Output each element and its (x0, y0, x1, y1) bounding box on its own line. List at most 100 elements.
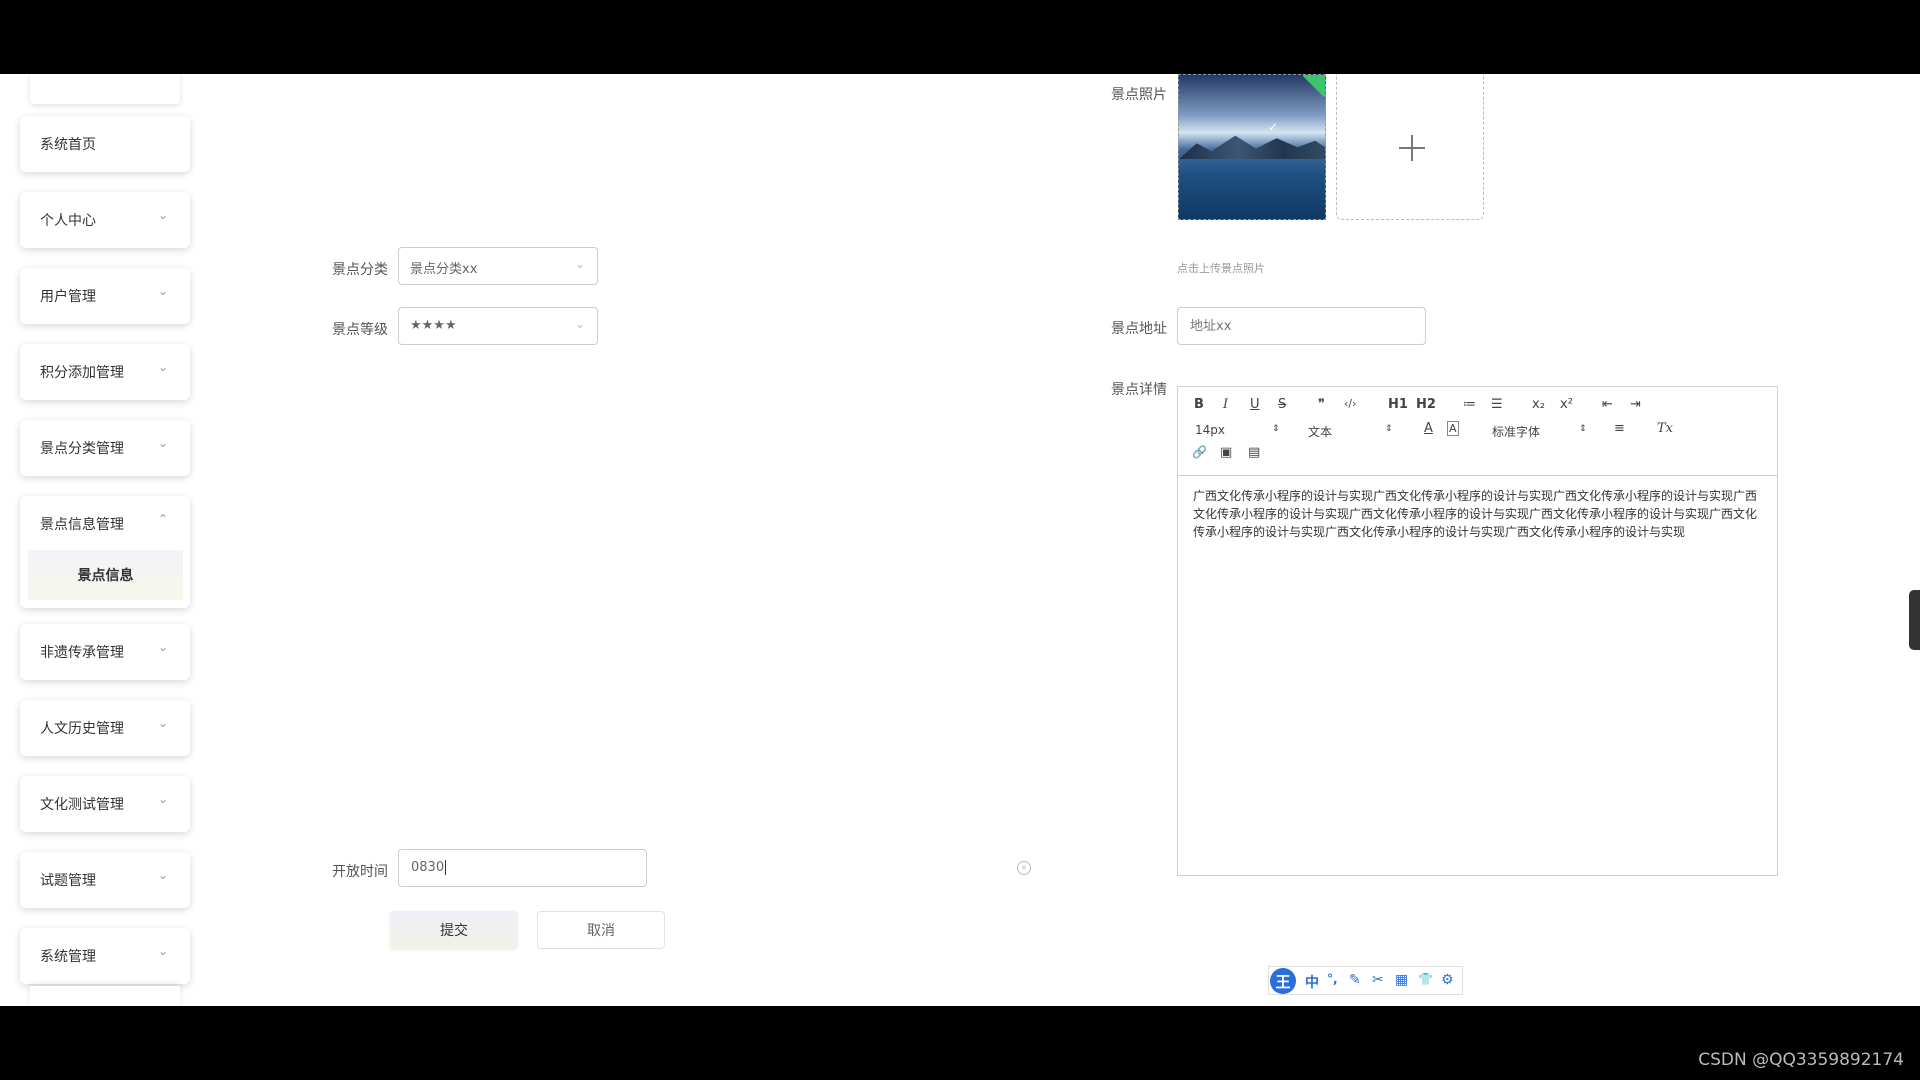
open-time-value: 0830 (411, 860, 445, 875)
background-color-button[interactable]: A (1447, 421, 1459, 436)
chevron-down-icon: ⌄ (157, 868, 168, 882)
sidebar-item-label: 人文历史管理 (40, 721, 124, 737)
sidebar-item-label: 文化测试管理 (40, 797, 124, 813)
photo-thumbnail[interactable]: ✓ (1178, 74, 1326, 220)
h2-button[interactable]: H2 (1416, 397, 1436, 412)
subscript-button[interactable]: x₂ (1532, 397, 1545, 412)
sidebar-item-question-management[interactable]: 试题管理 ⌄ (20, 852, 190, 908)
sidebar-top-stub (30, 74, 180, 104)
ime-toolbar: 王 中 °, ✎ ✂ ▦ 👕 ⚙ (1268, 966, 1463, 995)
category-select[interactable]: 景点分类xx ⌄ (398, 247, 598, 285)
ime-handwrite-icon[interactable]: ✎ (1349, 972, 1361, 988)
sidebar-item-category-management[interactable]: 景点分类管理 ⌄ (20, 420, 190, 476)
sidebar-item-label: 景点信息管理 (40, 517, 124, 533)
bold-button[interactable]: B (1194, 397, 1204, 412)
category-value: 景点分类xx (410, 262, 478, 277)
italic-button[interactable]: I (1223, 397, 1228, 412)
ime-settings-icon[interactable]: ⚙ (1441, 972, 1454, 988)
toolbar-divider (1178, 475, 1777, 476)
sidebar-item-label: 试题管理 (40, 873, 96, 889)
h1-button[interactable]: H1 (1388, 397, 1408, 412)
ime-skin-icon[interactable]: 👕 (1418, 972, 1433, 986)
rich-text-editor[interactable]: B I U S ❞ ‹/› H1 H2 ≔ ☰ x₂ x² ⇤ ⇥ 14px ⇕… (1177, 386, 1778, 876)
chevron-up-icon: ⌃ (157, 512, 168, 526)
sidebar: 系统首页 个人中心 ⌄ 用户管理 ⌄ 积分添加管理 ⌄ 景点分类管理 ⌄ 景点信… (0, 74, 200, 1006)
sidebar-item-system-management[interactable]: 系统管理 ⌄ (20, 928, 190, 984)
font-size-value: 14px (1195, 423, 1225, 437)
cancel-button[interactable]: 取消 (537, 911, 665, 949)
chevron-down-icon: ⌄ (157, 944, 168, 958)
sidebar-item-label: 非遗传承管理 (40, 645, 124, 661)
chevron-down-icon: ⌄ (157, 640, 168, 654)
detail-label: 景点详情 (1111, 382, 1167, 398)
ime-scissors-icon[interactable]: ✂ (1372, 972, 1384, 988)
sidebar-item-label: 系统管理 (40, 949, 96, 965)
check-icon: ✓ (1268, 120, 1279, 134)
font-family-select[interactable]: 标准字体 ⇕ (1492, 423, 1587, 440)
sidebar-item-home[interactable]: 系统首页 (20, 116, 190, 172)
ime-punctuation-icon[interactable]: °, (1327, 972, 1338, 986)
chevron-down-icon: ⌄ (157, 716, 168, 730)
underline-button[interactable]: U (1250, 397, 1260, 412)
ime-logo-icon[interactable]: 王 (1270, 968, 1296, 994)
chevron-down-icon: ⌄ (157, 436, 168, 450)
watermark: CSDN @QQ3359892174 (1698, 1050, 1904, 1070)
clear-icon[interactable]: × (1017, 861, 1031, 875)
photo-label: 景点照片 (1111, 87, 1167, 103)
align-button[interactable]: ≡ (1614, 421, 1625, 436)
header-select[interactable]: 文本 ⇕ (1308, 423, 1393, 440)
chevron-down-icon: ⌄ (574, 317, 585, 331)
sidebar-subitem-attraction-info[interactable]: 景点信息 (28, 550, 183, 600)
editor-content[interactable]: 广西文化传承小程序的设计与实现广西文化传承小程序的设计与实现广西文化传承小程序的… (1193, 487, 1763, 541)
sidebar-item-label: 系统首页 (40, 137, 96, 153)
font-color-button[interactable]: A (1424, 421, 1433, 436)
select-arrows-icon: ⇕ (1385, 424, 1393, 434)
sidebar-item-user-management[interactable]: 用户管理 ⌄ (20, 268, 190, 324)
select-arrows-icon: ⇕ (1272, 424, 1280, 434)
upload-success-badge (1302, 75, 1325, 98)
chevron-down-icon: ⌄ (157, 360, 168, 374)
font-size-select[interactable]: 14px ⇕ (1195, 423, 1280, 437)
sidebar-bottom-stub (30, 986, 180, 1006)
address-input[interactable] (1177, 307, 1426, 345)
code-block-button[interactable]: ‹/› (1344, 397, 1357, 410)
link-icon[interactable]: 🔗 (1192, 445, 1207, 459)
photo-mountain-shape (1179, 135, 1325, 159)
plus-icon-vertical (1411, 135, 1413, 161)
sidebar-item-heritage-management[interactable]: 非遗传承管理 ⌄ (20, 624, 190, 680)
chevron-down-icon: ⌄ (574, 257, 585, 271)
chevron-down-icon: ⌄ (157, 208, 168, 222)
ordered-list-button[interactable]: ≔ (1463, 397, 1476, 412)
video-icon[interactable]: ▤ (1248, 445, 1260, 460)
photo-upload-button[interactable] (1336, 74, 1484, 220)
indent-button[interactable]: ⇥ (1630, 397, 1641, 412)
sidebar-item-personal-center[interactable]: 个人中心 ⌄ (20, 192, 190, 248)
chevron-down-icon: ⌄ (157, 792, 168, 806)
photo-upload-hint: 点击上传景点照片 (1177, 262, 1265, 275)
blockquote-button[interactable]: ❞ (1318, 397, 1325, 412)
sidebar-item-history-management[interactable]: 人文历史管理 ⌄ (20, 700, 190, 756)
sidebar-item-points-management[interactable]: 积分添加管理 ⌄ (20, 344, 190, 400)
ime-chinese-mode-icon[interactable]: 中 (1305, 972, 1319, 992)
clear-format-button[interactable]: Tx (1657, 421, 1673, 436)
level-value: ★★★★ (410, 318, 457, 333)
ime-keyboard-icon[interactable]: ▦ (1395, 972, 1408, 988)
strike-button[interactable]: S (1278, 397, 1286, 412)
level-label: 景点等级 (332, 322, 388, 338)
address-label: 景点地址 (1111, 321, 1167, 337)
superscript-button[interactable]: x² (1560, 397, 1573, 412)
sidebar-item-culture-test-management[interactable]: 文化测试管理 ⌄ (20, 776, 190, 832)
level-select[interactable]: ★★★★ ⌄ (398, 307, 598, 345)
category-label: 景点分类 (332, 262, 388, 278)
submit-button[interactable]: 提交 (390, 911, 518, 949)
bullet-list-button[interactable]: ☰ (1491, 397, 1503, 412)
chevron-down-icon: ⌄ (157, 284, 168, 298)
outdent-button[interactable]: ⇤ (1602, 397, 1613, 412)
image-icon[interactable]: ▣ (1220, 445, 1232, 460)
side-panel-handle[interactable] (1909, 590, 1920, 650)
sidebar-item-label: 用户管理 (40, 289, 96, 305)
header-value: 文本 (1308, 425, 1333, 439)
open-time-input[interactable]: 0830 (398, 849, 647, 887)
font-family-value: 标准字体 (1492, 425, 1541, 439)
app-screen: 系统首页 个人中心 ⌄ 用户管理 ⌄ 积分添加管理 ⌄ 景点分类管理 ⌄ 景点信… (0, 74, 1920, 1006)
